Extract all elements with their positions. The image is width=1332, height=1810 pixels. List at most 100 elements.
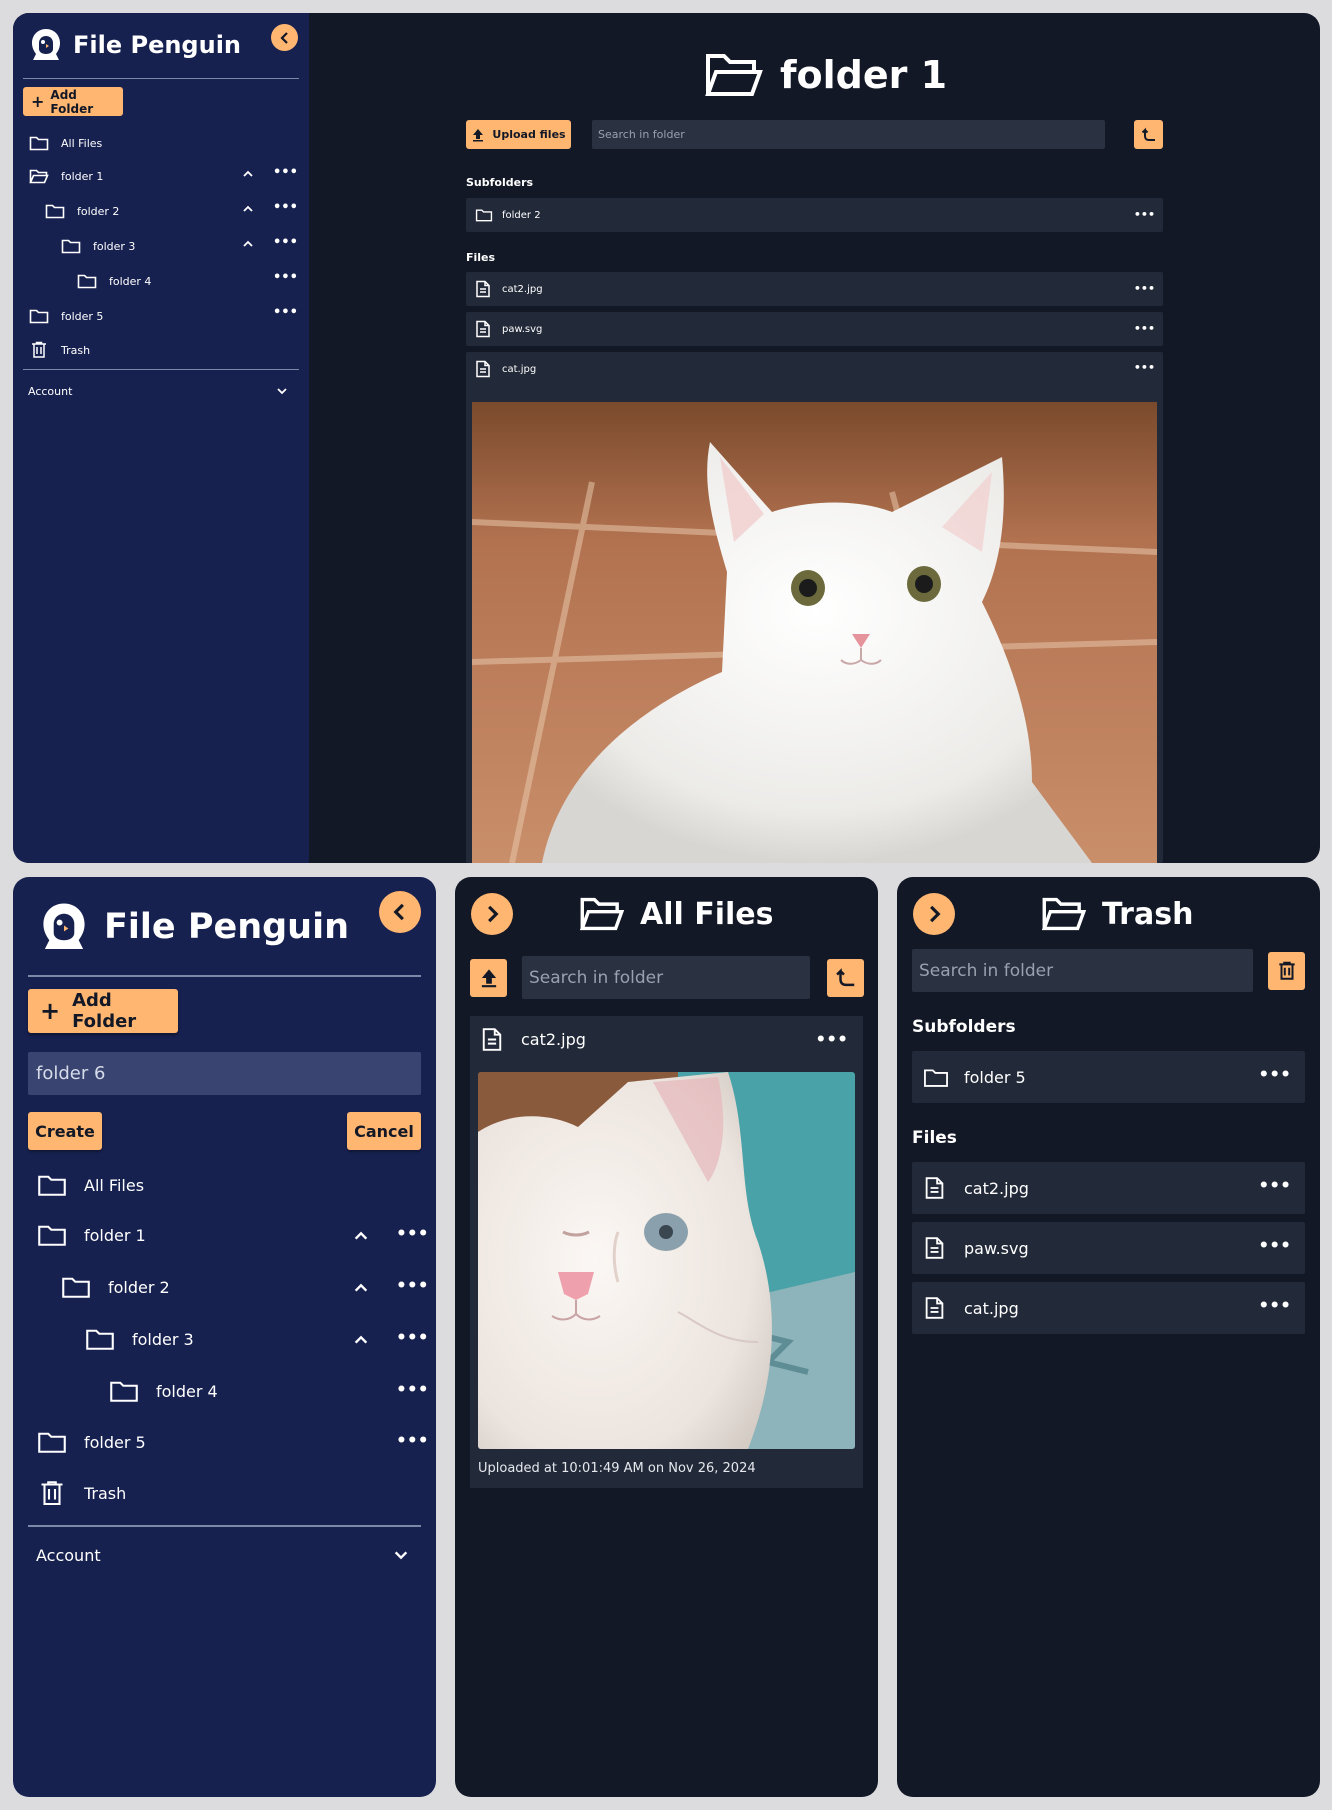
sidebar-item-folder-4[interactable]: folder 4 ••• xyxy=(77,269,299,293)
go-up-button[interactable] xyxy=(1134,120,1163,149)
chevron-up-icon[interactable] xyxy=(242,203,254,215)
expand-sidebar-button[interactable] xyxy=(471,893,513,935)
add-folder-button[interactable]: + Add Folder xyxy=(28,989,178,1033)
sidebar-item-folder-2[interactable]: folder 2 ••• xyxy=(61,1271,429,1303)
more-options-icon[interactable]: ••• xyxy=(396,1328,429,1348)
more-options-icon[interactable]: ••• xyxy=(1134,322,1155,335)
account-section-toggle[interactable]: Account xyxy=(28,381,294,401)
file-preview-card[interactable]: cat2.jpg ••• Uploaded at 10:01:49 AM on … xyxy=(470,1016,863,1488)
folder-icon xyxy=(29,309,49,324)
account-section-toggle[interactable]: Account xyxy=(36,1542,421,1568)
more-options-icon[interactable]: ••• xyxy=(1134,208,1155,221)
upload-files-button[interactable] xyxy=(470,959,507,997)
cancel-button[interactable]: Cancel xyxy=(347,1112,421,1150)
more-options-icon[interactable]: ••• xyxy=(1258,1236,1291,1256)
sidebar-item-trash[interactable]: Trash xyxy=(29,338,299,362)
arrow-up-level-icon xyxy=(835,968,854,987)
sidebar-item-folder-5[interactable]: folder 5 ••• xyxy=(37,1426,429,1458)
chevron-left-icon xyxy=(279,31,288,44)
divider xyxy=(23,78,299,79)
sidebar-item-folder-3[interactable]: folder 3 ••• xyxy=(85,1323,429,1355)
file-row[interactable]: cat2.jpg ••• xyxy=(466,272,1163,306)
file-name: paw.svg xyxy=(502,323,543,335)
search-input[interactable]: Search in folder xyxy=(912,949,1253,992)
sidebar-item-folder-4[interactable]: folder 4 ••• xyxy=(109,1375,429,1407)
files-heading: Files xyxy=(466,251,496,264)
more-options-icon[interactable]: ••• xyxy=(273,235,298,250)
more-options-icon[interactable]: ••• xyxy=(396,1276,429,1296)
chevron-up-icon[interactable] xyxy=(353,1280,369,1296)
more-options-icon[interactable]: ••• xyxy=(1258,1065,1291,1085)
desktop-window: File Penguin + Add Folder All Files fold… xyxy=(13,13,1320,863)
more-options-icon[interactable]: ••• xyxy=(273,165,298,180)
file-preview-card[interactable]: cat.jpg ••• xyxy=(466,352,1163,863)
chevron-up-icon[interactable] xyxy=(353,1332,369,1348)
penguin-logo-icon xyxy=(29,27,63,63)
sidebar-item-label: folder 3 xyxy=(93,239,136,253)
more-options-icon[interactable]: ••• xyxy=(273,305,298,320)
create-button[interactable]: Create xyxy=(28,1112,102,1150)
chevron-up-icon[interactable] xyxy=(242,238,254,250)
view-title: Trash xyxy=(1102,896,1194,932)
search-input[interactable]: Search in folder xyxy=(522,956,810,999)
more-options-icon[interactable]: ••• xyxy=(1134,282,1155,295)
collapse-sidebar-button[interactable] xyxy=(379,891,421,933)
folder-open-icon xyxy=(1042,897,1086,931)
account-label: Account xyxy=(28,384,73,398)
new-folder-name-value: folder 6 xyxy=(36,1063,106,1084)
sidebar-item-folder-3[interactable]: folder 3 ••• xyxy=(61,234,299,258)
mobile-sidebar-panel: File Penguin + Add Folder folder 6 Creat… xyxy=(13,877,436,1797)
sidebar-item-label: Trash xyxy=(84,1483,127,1503)
all-files-panel: All Files Search in folder cat2.jpg ••• xyxy=(455,877,878,1797)
plus-icon: + xyxy=(31,92,45,111)
go-up-button[interactable] xyxy=(827,959,864,997)
sidebar-item-folder-2[interactable]: folder 2 ••• xyxy=(45,199,299,223)
chevron-up-icon[interactable] xyxy=(242,168,254,180)
more-options-icon[interactable]: ••• xyxy=(396,1224,429,1244)
empty-trash-button[interactable] xyxy=(1268,952,1305,990)
add-folder-button[interactable]: + Add Folder xyxy=(23,87,123,116)
folder-icon xyxy=(62,1277,90,1298)
more-options-icon[interactable]: ••• xyxy=(1134,361,1155,374)
search-placeholder: Search in folder xyxy=(529,967,664,988)
upload-icon xyxy=(481,969,496,988)
collapse-sidebar-button[interactable] xyxy=(271,24,298,51)
more-options-icon[interactable]: ••• xyxy=(396,1431,429,1451)
expand-sidebar-button[interactable] xyxy=(913,893,955,935)
search-input[interactable]: Search in folder xyxy=(592,120,1105,149)
page-title: Trash xyxy=(1042,893,1193,935)
more-options-icon[interactable]: ••• xyxy=(273,200,298,215)
more-options-icon[interactable]: ••• xyxy=(1258,1296,1291,1316)
subfolder-row[interactable]: folder 2 ••• xyxy=(466,198,1163,232)
folder-open-icon xyxy=(29,169,49,184)
more-options-icon[interactable]: ••• xyxy=(1258,1176,1291,1196)
more-options-icon[interactable]: ••• xyxy=(273,270,298,285)
file-header: cat2.jpg xyxy=(481,1027,586,1052)
sidebar-item-all-files[interactable]: All Files xyxy=(29,131,299,155)
sidebar-item-label: All Files xyxy=(84,1175,145,1195)
file-icon xyxy=(476,280,490,298)
subfolder-row[interactable]: folder 5 ••• xyxy=(912,1051,1305,1103)
folder-icon xyxy=(77,274,97,289)
more-options-icon[interactable]: ••• xyxy=(815,1030,848,1050)
sidebar-item-trash[interactable]: Trash xyxy=(37,1477,421,1509)
file-row[interactable]: paw.svg ••• xyxy=(466,312,1163,346)
upload-icon xyxy=(473,128,484,141)
file-row[interactable]: cat.jpg ••• xyxy=(912,1282,1305,1334)
more-options-icon[interactable]: ••• xyxy=(396,1380,429,1400)
sidebar-item-folder-1[interactable]: folder 1 ••• xyxy=(29,164,299,188)
account-label: Account xyxy=(36,1545,101,1565)
sidebar-item-folder-5[interactable]: folder 5 ••• xyxy=(29,304,299,328)
folder-open-icon xyxy=(705,54,763,96)
sidebar-item-label: folder 5 xyxy=(61,309,104,323)
folder-open-icon xyxy=(580,897,624,931)
sidebar-item-folder-1[interactable]: folder 1 ••• xyxy=(37,1219,429,1251)
upload-files-button[interactable]: Upload files xyxy=(466,120,571,149)
chevron-up-icon[interactable] xyxy=(353,1228,369,1244)
sidebar-item-all-files[interactable]: All Files xyxy=(37,1169,421,1201)
new-folder-name-input[interactable]: folder 6 xyxy=(28,1052,421,1095)
search-placeholder: Search in folder xyxy=(919,960,1054,981)
file-row[interactable]: paw.svg ••• xyxy=(912,1222,1305,1274)
file-row[interactable]: cat2.jpg ••• xyxy=(912,1162,1305,1214)
sidebar-item-label: folder 2 xyxy=(77,204,120,218)
